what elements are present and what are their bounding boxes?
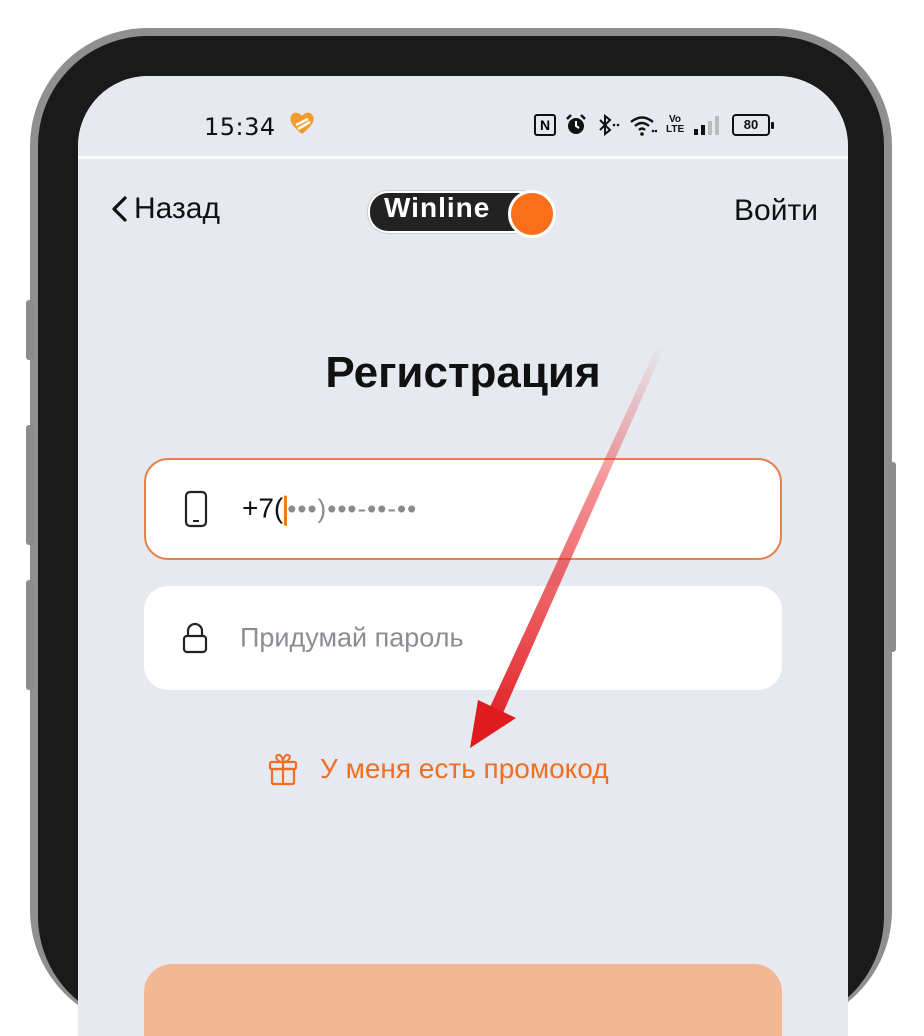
register-button[interactable] [144,964,782,1036]
app-screen: 15:34 N Vo LTE 80 Назад Winline Войти Ре… [78,76,848,1036]
promo-code-link[interactable]: У меня есть промокод [268,752,609,786]
nfc-icon: N [534,114,556,136]
heart-icon [290,112,314,134]
status-time: 15:34 [204,113,276,141]
phone-input[interactable]: +7(•••)•••-••-•• [144,458,782,560]
battery-icon: 80 [732,114,774,136]
signal-icon [694,116,719,135]
side-button [26,300,34,360]
chevron-left-icon [112,196,127,222]
promo-code-label: У меня есть промокод [320,753,609,784]
status-icons: N Vo LTE 80 [534,112,774,138]
back-label: Назад [134,192,220,225]
volte-label: Vo LTE [666,114,685,135]
smartphone-icon [184,490,208,528]
phone-value: +7(•••)•••-••-•• [242,493,417,526]
battery-level: 80 [743,117,759,132]
login-button[interactable]: Войти [734,194,818,228]
side-button [26,580,34,690]
wifi-icon [630,116,657,136]
side-button [26,425,34,545]
volte-icon: Vo LTE [666,115,684,135]
phone-mask: •••)•••-••-•• [287,493,418,524]
page-title: Регистрация [325,348,601,397]
lock-icon [182,622,208,654]
password-placeholder: Придумай пароль [240,622,464,653]
status-bar: 15:34 N Vo LTE 80 [78,76,848,156]
nfc-label: N [534,114,556,136]
logo-dot [508,190,556,238]
back-button[interactable]: Назад [110,192,220,226]
gift-icon [268,753,298,786]
phone-prefix: +7( [242,492,284,524]
bluetooth-icon [599,113,620,137]
logo-text: Winline [384,192,491,223]
status-divider [78,156,848,159]
password-input[interactable]: Придумай пароль [144,586,782,690]
winline-logo: Winline [368,189,558,238]
side-button [888,462,896,652]
alarm-icon [566,114,586,134]
